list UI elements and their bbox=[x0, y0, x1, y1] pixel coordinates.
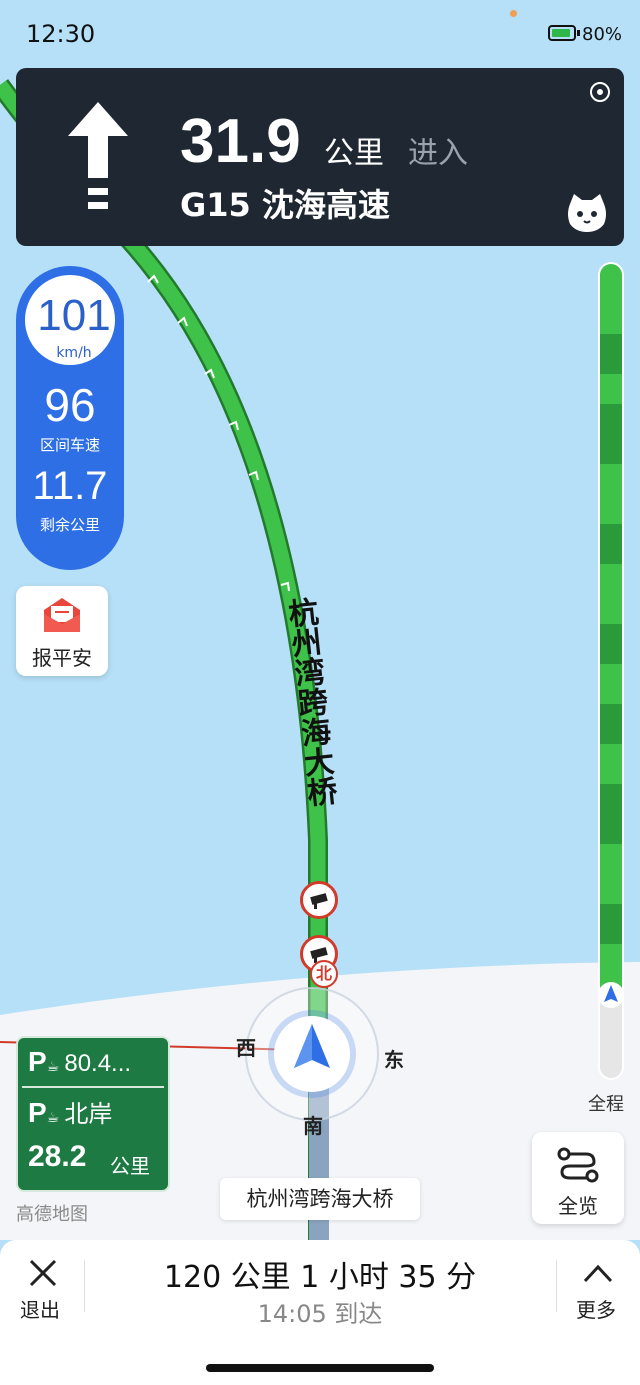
remaining-label: 剩余公里 bbox=[39, 516, 100, 534]
guidance-panel[interactable]: 31.9 公里 进入 G15 沈海高速 bbox=[16, 68, 624, 246]
bottom-bar: 退出 120 公里 1 小时 35 分 14:05 到达 更多 bbox=[0, 1240, 640, 1385]
compass-south: 南 bbox=[303, 1114, 323, 1138]
overview-label: 全览 bbox=[558, 1194, 598, 1218]
route-progress-bar bbox=[598, 262, 624, 1080]
service-area-row-2: P☕ 北岸 bbox=[28, 1097, 113, 1128]
parking-icon: P bbox=[28, 1097, 47, 1128]
section-avg-label: 区间车速 bbox=[39, 436, 100, 454]
service-area-unit: 公里 bbox=[110, 1154, 150, 1178]
compass-north: 北 bbox=[310, 960, 338, 988]
compass-west: 西 bbox=[236, 1036, 256, 1060]
remaining-distance: 11.7 bbox=[32, 464, 108, 508]
notification-dot bbox=[510, 10, 517, 17]
distance-unit: 公里 bbox=[324, 136, 384, 171]
report-safe-button[interactable]: 报平安 bbox=[16, 586, 108, 676]
compass-east: 东 bbox=[384, 1048, 404, 1072]
service-area-distance-1: 80.4... bbox=[64, 1050, 132, 1077]
mascot-icon[interactable] bbox=[564, 190, 610, 234]
service-area-row-1: P☕ 80.4... bbox=[28, 1046, 132, 1077]
speed-panel: 101 km/h 96 区间车速 11.7 剩余公里 bbox=[16, 266, 124, 570]
progress-segments bbox=[600, 264, 622, 996]
map-watermark: 高德地图 bbox=[16, 1204, 88, 1225]
service-area-sign[interactable]: P☕ 80.4... P☕ 北岸 28.2 公里 bbox=[16, 1036, 170, 1192]
battery-percent: 80% bbox=[582, 24, 623, 45]
more-label[interactable]: 更多 bbox=[576, 1294, 616, 1323]
status-bar: 12:30 80% bbox=[0, 0, 640, 70]
arrival-time: 14:05 到达 bbox=[257, 1300, 383, 1328]
status-time: 12:30 bbox=[26, 20, 96, 48]
trip-summary: 120 公里 1 小时 35 分 bbox=[163, 1260, 477, 1295]
route-label: 杭州湾跨海大桥 bbox=[280, 595, 338, 809]
home-indicator[interactable] bbox=[206, 1364, 434, 1372]
current-speed-circle: 101 km/h bbox=[21, 271, 119, 369]
report-safe-label: 报平安 bbox=[32, 646, 92, 670]
straight-arrow-icon bbox=[68, 102, 128, 209]
current-speed: 101 bbox=[37, 291, 111, 340]
parking-icon: P bbox=[28, 1046, 47, 1077]
satellite-icon[interactable] bbox=[588, 80, 612, 104]
service-area-distance-2: 28.2 bbox=[28, 1140, 87, 1173]
next-turn-distance: 31.9 bbox=[180, 107, 301, 176]
progress-label: 全程 bbox=[588, 1094, 624, 1115]
overview-button[interactable]: 全览 bbox=[532, 1132, 624, 1224]
progress-position-icon bbox=[598, 982, 624, 1008]
speed-unit: km/h bbox=[56, 345, 92, 361]
section-avg-speed: 96 bbox=[44, 379, 96, 431]
chevron-up-icon bbox=[583, 1264, 613, 1283]
envelope-icon bbox=[44, 598, 80, 632]
battery-icon bbox=[548, 25, 576, 41]
speed-camera-icon[interactable] bbox=[300, 881, 338, 919]
next-road-name: G15 沈海高速 bbox=[180, 186, 390, 224]
service-area-name: 北岸 bbox=[64, 1100, 113, 1128]
route-overview-icon bbox=[557, 1147, 599, 1183]
compass bbox=[244, 986, 380, 1122]
turn-action: 进入 bbox=[408, 136, 468, 171]
current-road-label: 杭州湾跨海大桥 bbox=[220, 1178, 420, 1220]
